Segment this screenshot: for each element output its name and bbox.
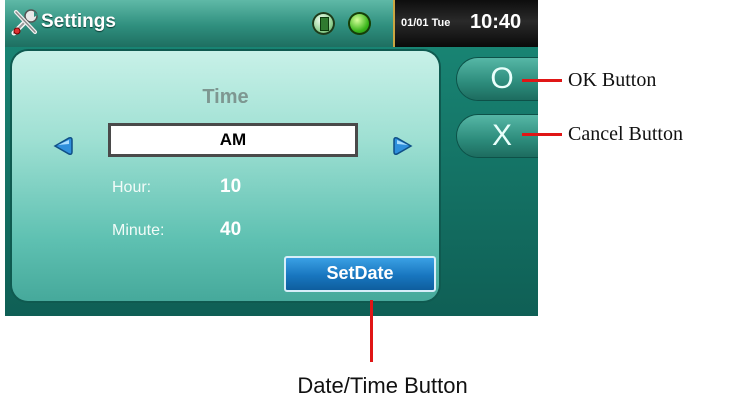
minute-label: Minute:: [112, 222, 165, 239]
datetime-callout-line: [370, 300, 373, 362]
ampm-field[interactable]: AM: [108, 123, 358, 157]
cancel-button[interactable]: X: [457, 115, 538, 157]
ok-callout-line: [522, 79, 562, 82]
time-settings-panel: Time AM Hour: 10 Minute: 40 SetDate: [12, 51, 439, 301]
hour-label: Hour:: [112, 179, 152, 196]
titlebar-divider: [393, 0, 395, 47]
arrow-left-icon[interactable]: [52, 135, 74, 157]
date-display: 01/01 Tue: [401, 17, 451, 29]
clock-display: 10:40: [470, 11, 522, 33]
minute-value[interactable]: 40: [220, 219, 241, 241]
tools-icon: [11, 9, 38, 36]
panel-title: Time: [202, 86, 249, 108]
cancel-callout-line: [522, 133, 562, 136]
page-title: Settings: [41, 11, 116, 32]
device-screen: Settings 01/01 Tue 10:40 Time AM Hour: 1…: [5, 0, 538, 316]
cancel-callout-label: Cancel Button: [568, 123, 683, 145]
title-bar: Settings 01/01 Tue 10:40: [5, 0, 538, 47]
battery-icon[interactable]: [312, 12, 335, 35]
arrow-right-icon[interactable]: [392, 135, 414, 157]
datetime-callout-label: Date/Time Button: [297, 373, 468, 398]
hour-value[interactable]: 10: [220, 176, 241, 198]
gps-status-icon[interactable]: [348, 12, 371, 35]
ok-callout-label: OK Button: [568, 69, 657, 91]
setdate-button[interactable]: SetDate: [284, 256, 436, 292]
